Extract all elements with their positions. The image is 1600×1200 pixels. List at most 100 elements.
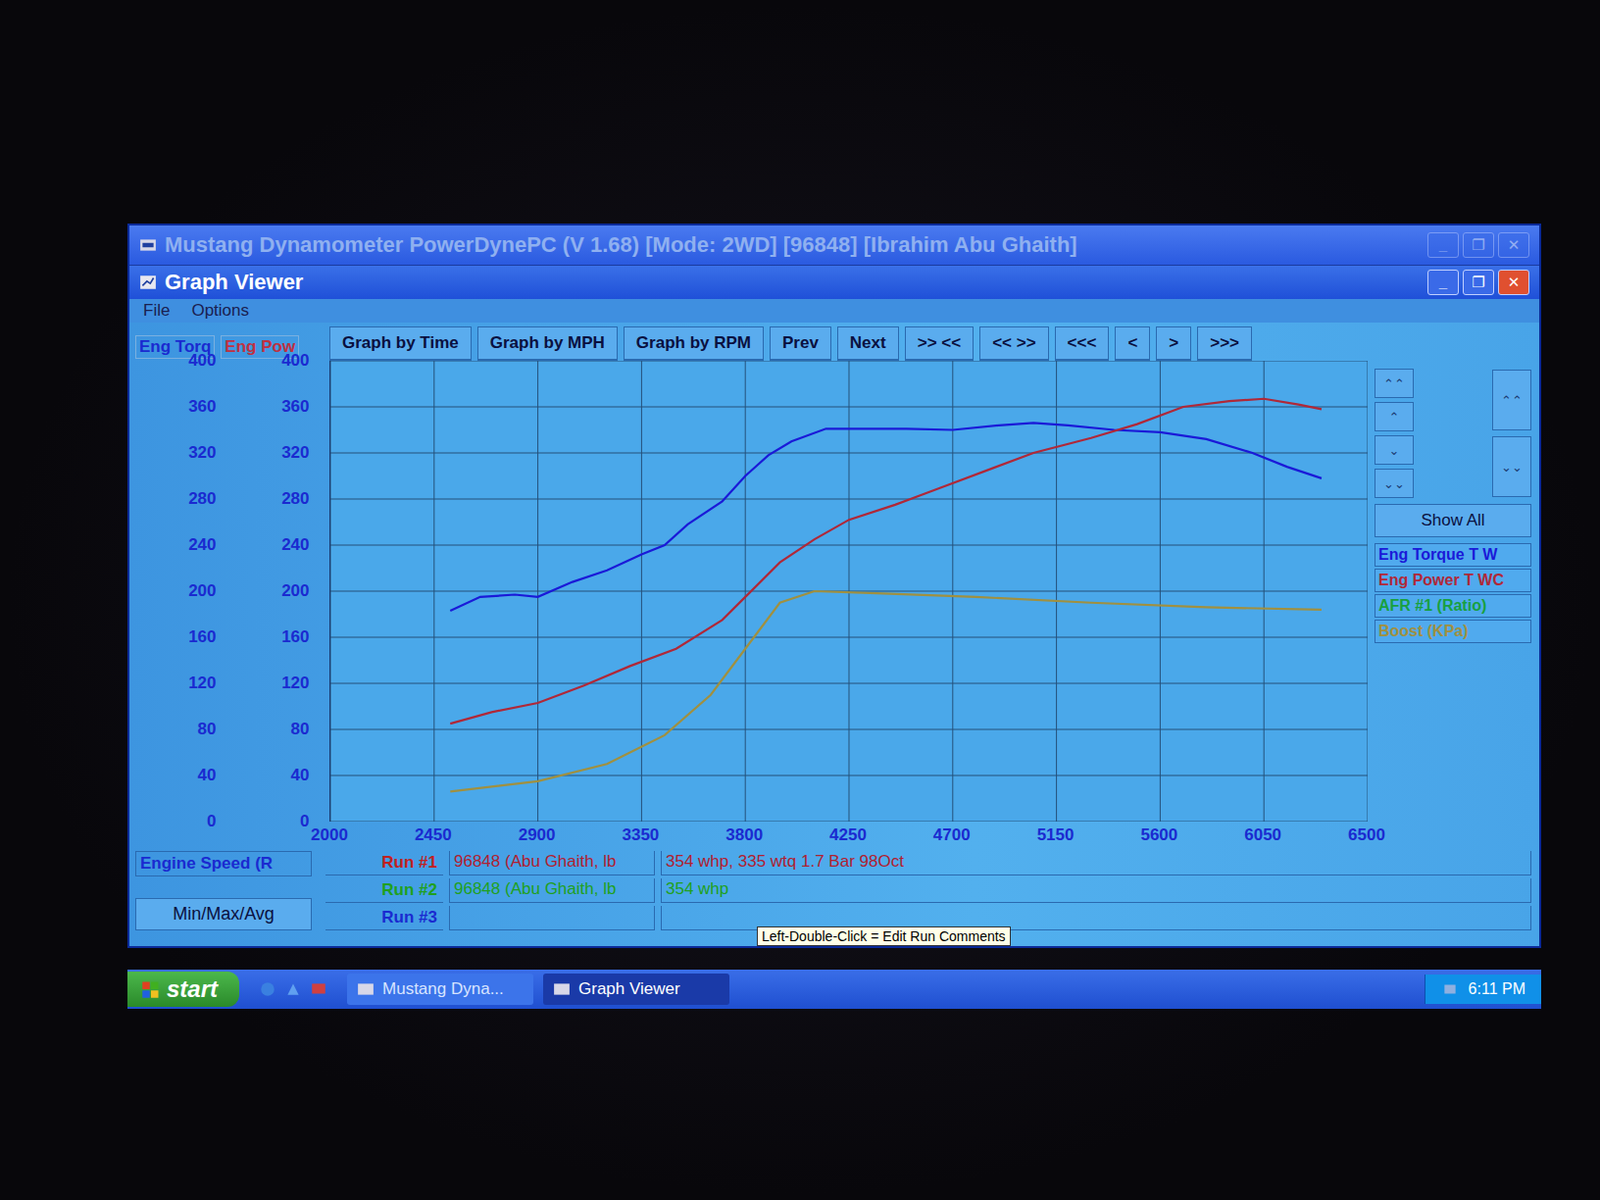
- run-row: Run #296848 (Abu Ghaith, lb354 whp: [325, 878, 1532, 903]
- y-tick: 280: [188, 489, 216, 509]
- window-control-button[interactable]: _: [1427, 269, 1459, 296]
- app-window: Mustang Dynamometer PowerDynePC (V 1.68)…: [127, 223, 1542, 949]
- toolbar-button[interactable]: >: [1155, 326, 1192, 361]
- task-label: Mustang Dyna...: [382, 979, 504, 1000]
- show-all-button[interactable]: Show All: [1374, 503, 1532, 538]
- series-line: [450, 399, 1322, 724]
- y-tick: 240: [281, 535, 309, 555]
- start-button[interactable]: start: [127, 971, 240, 1007]
- network-icon: [1441, 980, 1459, 999]
- grid-line: [330, 499, 1368, 500]
- scroll-left-group: ⌃⌃⌃⌄⌄⌄: [1374, 368, 1414, 499]
- min-max-avg-button[interactable]: Min/Max/Avg: [135, 898, 312, 931]
- window-control-button[interactable]: _: [1427, 232, 1459, 258]
- screen: Mustang Dynamometer PowerDynePC (V 1.68)…: [0, 0, 1600, 1200]
- toolbar-button[interactable]: << >>: [979, 326, 1049, 361]
- y-tick: 120: [281, 673, 309, 694]
- taskbar: start Mustang Dyna... Graph Viewer 6:11 PM: [127, 969, 1542, 1009]
- viewer-title-bar: Graph Viewer _❐✕: [129, 265, 1540, 300]
- toolbar-button[interactable]: Graph by Time: [329, 326, 472, 361]
- run-comment[interactable]: 354 whp: [660, 878, 1532, 903]
- y-tick: 40: [291, 765, 310, 786]
- torque-ticks: 40036032028024020016012080400: [148, 350, 217, 832]
- scroll-button[interactable]: ⌄⌄: [1374, 468, 1414, 499]
- series-line: [450, 422, 1322, 611]
- task-icon: [552, 980, 571, 999]
- toolbar-button[interactable]: Prev: [769, 326, 832, 361]
- tooltip: Left-Double-Click = Edit Run Comments: [756, 926, 1011, 947]
- browser-icon[interactable]: [258, 980, 277, 999]
- toolbar-button[interactable]: <<<: [1054, 326, 1110, 361]
- menu-item[interactable]: Options: [191, 300, 250, 321]
- clock: 6:11 PM: [1468, 980, 1526, 999]
- toolbar-button[interactable]: >> <<: [904, 326, 974, 361]
- viewer-title: Graph Viewer: [164, 269, 1420, 296]
- y-tick: 80: [198, 719, 217, 740]
- legend-item[interactable]: AFR #1 (Ratio): [1374, 594, 1532, 618]
- run-label: Run #2: [325, 878, 444, 903]
- y-tick: 360: [188, 397, 216, 417]
- run-file[interactable]: 96848 (Abu Ghaith, lb: [449, 850, 655, 876]
- window-control-button[interactable]: ❐: [1462, 269, 1495, 296]
- scroll-button[interactable]: ⌄: [1374, 435, 1414, 465]
- system-tray: 6:11 PM: [1424, 974, 1542, 1004]
- y-tick: 320: [188, 443, 216, 463]
- run-row: Run #196848 (Abu Ghaith, lb354 whp, 335 …: [325, 850, 1532, 876]
- scroll-button[interactable]: ⌃⌃: [1492, 369, 1532, 431]
- window-control-button[interactable]: ✕: [1498, 232, 1530, 258]
- plot[interactable]: [329, 360, 1368, 822]
- run-file[interactable]: [449, 905, 655, 931]
- y-tick: 0: [206, 811, 216, 832]
- scroll-button[interactable]: ⌄⌄: [1492, 436, 1532, 498]
- scroll-right-group: ⌃⌃⌄⌄: [1492, 368, 1532, 499]
- taskbar-task[interactable]: Mustang Dyna...: [347, 973, 534, 1005]
- task-label: Graph Viewer: [578, 979, 681, 1000]
- legend: Eng Torque T WEng Power T WCAFR #1 (Rati…: [1374, 543, 1532, 644]
- desktop-icon[interactable]: [309, 980, 328, 999]
- run-label: Run #1: [325, 850, 444, 876]
- y-axes: 4003603202802402001601208040040036032028…: [135, 350, 322, 832]
- x-tick: 3350: [610, 825, 670, 846]
- window-control-button[interactable]: ✕: [1498, 269, 1530, 296]
- y-tick: 120: [188, 673, 216, 694]
- graph-viewer: Graph Viewer_❐✕FileOptionsEng TorqEng Po…: [129, 264, 1540, 947]
- run-list: Run #196848 (Abu Ghaith, lb354 whp, 335 …: [325, 850, 1532, 931]
- toolbar-button[interactable]: Graph by RPM: [623, 326, 764, 361]
- grid-line: [330, 683, 1368, 685]
- grid-line: [330, 637, 1368, 639]
- explorer-icon[interactable]: [284, 980, 302, 999]
- taskbar-task[interactable]: Graph Viewer: [543, 973, 730, 1005]
- x-axis-selector[interactable]: Engine Speed (R: [135, 850, 312, 877]
- grid-line: [330, 775, 1368, 777]
- legend-item[interactable]: Boost (KPa): [1374, 619, 1532, 644]
- app-icon: [139, 236, 157, 254]
- run-file[interactable]: 96848 (Abu Ghaith, lb: [449, 878, 655, 903]
- y-tick: 200: [281, 581, 309, 601]
- windows-flag-icon: [141, 979, 161, 1000]
- y-tick: 200: [188, 581, 216, 601]
- run-comment[interactable]: 354 whp, 335 wtq 1.7 Bar 98Oct: [660, 850, 1532, 876]
- app-title-bar: Mustang Dynamometer PowerDynePC (V 1.68)…: [129, 225, 1540, 265]
- window-control-button[interactable]: ❐: [1462, 232, 1495, 258]
- task-icon: [356, 980, 375, 999]
- x-tick: 5600: [1129, 825, 1189, 846]
- y-tick: 160: [188, 627, 216, 648]
- plot-column: 2000245029003350380042504700515056006050…: [329, 360, 1367, 846]
- y-tick: 240: [188, 535, 216, 555]
- menu-item[interactable]: File: [143, 300, 170, 321]
- y-tick: 0: [300, 811, 309, 832]
- toolbar-button[interactable]: Graph by MPH: [477, 326, 618, 361]
- y-tick: 360: [281, 397, 309, 417]
- scroll-button[interactable]: ⌃⌃: [1374, 368, 1414, 399]
- toolbar-button[interactable]: >>>: [1197, 326, 1252, 361]
- side-panel: ⌃⌃⌃⌄⌄⌄⌃⌃⌄⌄Show AllEng Torque T WEng Powe…: [1374, 360, 1532, 846]
- toolbar-button[interactable]: <: [1114, 326, 1150, 361]
- legend-item[interactable]: Eng Torque T W: [1374, 543, 1532, 567]
- graph-icon: [139, 273, 157, 292]
- x-axis: 2000245029003350380042504700515056006050…: [300, 825, 1397, 846]
- legend-item[interactable]: Eng Power T WC: [1374, 568, 1532, 593]
- toolbar-button[interactable]: Next: [837, 326, 900, 361]
- viewer-controls: _❐✕: [1427, 269, 1530, 296]
- scroll-button[interactable]: ⌃: [1374, 401, 1414, 432]
- y-tick: 400: [188, 350, 216, 371]
